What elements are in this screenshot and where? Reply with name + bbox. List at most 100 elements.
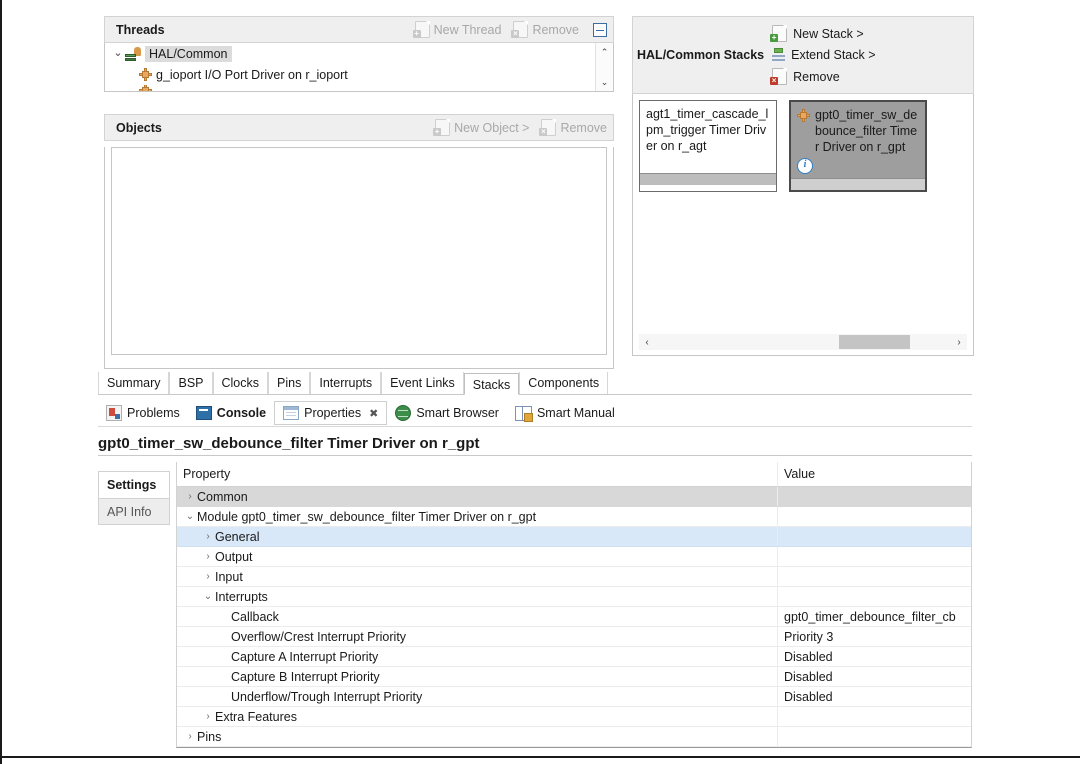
view-tab-problems[interactable]: Problems: [98, 401, 188, 425]
property-name: Capture A Interrupt Priority: [231, 649, 379, 664]
table-row[interactable]: › Extra Features: [177, 707, 971, 727]
property-value[interactable]: Disabled: [777, 647, 971, 666]
tab-bsp[interactable]: BSP: [169, 372, 213, 394]
expander-icon[interactable]: ›: [183, 731, 197, 742]
new-stack-button[interactable]: + New Stack >: [770, 25, 875, 42]
property-value: [777, 567, 971, 586]
threads-panel-title: Threads: [116, 22, 165, 37]
table-row[interactable]: Capture A Interrupt Priority Disabled: [177, 647, 971, 667]
property-name-cell: › Input: [177, 570, 777, 584]
new-thread-button[interactable]: + New Thread: [412, 21, 501, 38]
view-tab-label: Properties: [304, 406, 362, 420]
property-name: Output: [215, 549, 253, 564]
tab-components[interactable]: Components: [519, 372, 609, 394]
remove-stack-button[interactable]: × Remove: [770, 68, 875, 85]
stack-card-title-row: gpt0_timer_sw_debounce_filter Timer Driv…: [797, 107, 919, 155]
tab-pins[interactable]: Pins: [268, 372, 311, 394]
property-name-cell: ⌄ Interrupts: [177, 590, 777, 604]
scrollbar-thumb[interactable]: [838, 335, 910, 349]
tree-item-g-ioport[interactable]: g_ioport I/O Port Driver on r_ioport: [105, 64, 613, 85]
collapse-all-button[interactable]: [593, 22, 607, 37]
table-row[interactable]: Overflow/Crest Interrupt Priority Priori…: [177, 627, 971, 647]
property-name: Overflow/Crest Interrupt Priority: [231, 629, 407, 644]
expander-icon[interactable]: ›: [201, 551, 215, 562]
expander-icon[interactable]: ›: [201, 571, 215, 582]
property-name: Common: [197, 489, 248, 504]
table-row[interactable]: › Common: [177, 487, 971, 507]
remove-thread-icon: ×: [511, 21, 529, 38]
remove-object-icon: ×: [539, 119, 557, 136]
stack-card-gpt0-timer[interactable]: gpt0_timer_sw_debounce_filter Timer Driv…: [789, 100, 927, 192]
property-value: [777, 587, 971, 606]
expander-icon[interactable]: ⌄: [201, 591, 215, 602]
view-tabs: Problems Console Properties ✖ Smart Brow…: [98, 400, 972, 427]
tab-summary[interactable]: Summary: [98, 372, 170, 394]
table-row[interactable]: Capture B Interrupt Priority Disabled: [177, 667, 971, 687]
scroll-down-icon[interactable]: ⌄: [601, 73, 609, 91]
property-value: [777, 547, 971, 566]
tree-item-partial[interactable]: [105, 85, 613, 91]
threads-tree[interactable]: ⌄ HAL/Common g_ioport I/O Port Driver on…: [104, 43, 614, 92]
remove-thread-button[interactable]: × Remove: [511, 21, 579, 38]
property-value[interactable]: Disabled: [777, 667, 971, 686]
view-tab-smart-manual[interactable]: Smart Manual: [507, 401, 623, 425]
stack-card-agt1-timer[interactable]: agt1_timer_cascade_lpm_trigger Timer Dri…: [639, 100, 777, 192]
tab-stacks[interactable]: Stacks: [463, 373, 520, 395]
tab-clocks[interactable]: Clocks: [212, 372, 269, 394]
remove-thread-label: Remove: [532, 22, 579, 37]
objects-list[interactable]: [111, 147, 607, 355]
property-value[interactable]: Disabled: [777, 687, 971, 706]
expander-icon[interactable]: ›: [201, 531, 215, 542]
stack-card-body: agt1_timer_cascade_lpm_trigger Timer Dri…: [640, 101, 776, 173]
table-row[interactable]: Underflow/Trough Interrupt Priority Disa…: [177, 687, 971, 707]
table-row[interactable]: › General: [177, 527, 971, 547]
table-row[interactable]: › Input: [177, 567, 971, 587]
property-value[interactable]: Priority 3: [777, 627, 971, 646]
scroll-left-icon[interactable]: ‹: [639, 337, 655, 348]
close-icon[interactable]: ✖: [369, 407, 378, 420]
properties-icon: [283, 406, 300, 420]
stacks-actions: + New Stack > Extend Stack > × Remove: [770, 25, 876, 85]
problems-icon: [106, 405, 122, 421]
extend-stack-button[interactable]: Extend Stack >: [772, 48, 876, 62]
tab-event-links[interactable]: Event Links: [381, 372, 464, 394]
table-row[interactable]: ⌄ Module gpt0_timer_sw_debounce_filter T…: [177, 507, 971, 527]
property-name-cell: › General: [177, 530, 777, 544]
tab-interrupts[interactable]: Interrupts: [310, 372, 382, 394]
expander-icon[interactable]: ⌄: [183, 511, 197, 522]
scrollbar-track[interactable]: [655, 334, 951, 350]
side-tab-settings[interactable]: Settings: [98, 471, 170, 498]
table-row[interactable]: Callback gpt0_timer_debounce_filter_cb: [177, 607, 971, 627]
stack-card-title-row: agt1_timer_cascade_lpm_trigger Timer Dri…: [646, 106, 770, 154]
view-tab-properties[interactable]: Properties ✖: [274, 401, 388, 425]
threads-panel: Threads + New Thread × Remove ⌄ HAL/Comm…: [104, 16, 614, 92]
expander-icon[interactable]: ›: [183, 491, 197, 502]
tree-item-hal-common[interactable]: ⌄ HAL/Common: [105, 43, 613, 64]
stacks-panel: HAL/Common Stacks + New Stack > Extend S…: [632, 16, 974, 356]
property-value[interactable]: gpt0_timer_debounce_filter_cb: [777, 607, 971, 626]
threads-vertical-scrollbar[interactable]: ⌃ ⌄: [595, 43, 613, 91]
objects-panel-body: [104, 147, 614, 369]
new-object-button[interactable]: + New Object >: [433, 119, 529, 136]
tree-item-label: g_ioport I/O Port Driver on r_ioport: [156, 67, 348, 82]
configuration-tabs: Summary BSP Clocks Pins Interrupts Event…: [98, 371, 972, 395]
property-value: [777, 707, 971, 726]
info-icon[interactable]: i: [797, 158, 813, 174]
expander-icon[interactable]: ›: [201, 711, 215, 722]
remove-object-button[interactable]: × Remove: [539, 119, 607, 136]
scroll-up-icon[interactable]: ⌃: [601, 43, 609, 61]
stacks-horizontal-scrollbar[interactable]: ‹ ›: [639, 334, 967, 350]
table-row[interactable]: › Pins: [177, 727, 971, 747]
column-header-value: Value: [777, 462, 971, 486]
page-left-border: [0, 0, 2, 764]
expander-icon[interactable]: ⌄: [111, 48, 125, 59]
view-tab-smart-browser[interactable]: Smart Browser: [387, 401, 507, 425]
table-row[interactable]: ⌄ Interrupts: [177, 587, 971, 607]
table-row[interactable]: › Output: [177, 547, 971, 567]
stacks-panel-header: HAL/Common Stacks + New Stack > Extend S…: [632, 16, 974, 94]
property-name-cell: › Output: [177, 550, 777, 564]
side-tab-api-info[interactable]: API Info: [98, 498, 170, 525]
view-tab-console[interactable]: Console: [188, 401, 274, 425]
view-tab-label: Smart Manual: [536, 406, 615, 420]
scroll-right-icon[interactable]: ›: [951, 337, 967, 348]
